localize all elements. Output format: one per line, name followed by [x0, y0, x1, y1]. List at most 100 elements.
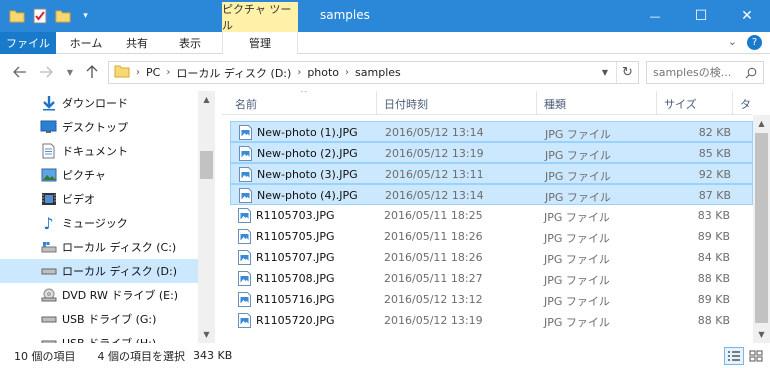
- back-button[interactable]: [12, 64, 28, 80]
- window-title: samples: [320, 8, 370, 22]
- scrollbar-thumb[interactable]: [200, 151, 213, 179]
- column-divider[interactable]: [732, 91, 733, 115]
- folder-icon: [8, 7, 25, 24]
- breadcrumb-photo[interactable]: photo: [301, 66, 345, 79]
- column-divider[interactable]: [656, 91, 657, 115]
- scroll-down-arrow-icon[interactable]: ▼: [198, 326, 215, 343]
- up-arrow-icon: [86, 65, 98, 78]
- file-row[interactable]: New-photo (3).JPG 2016/05/12 13:11 JPG ファイ…: [230, 163, 753, 184]
- file-type: JPG ファイル: [544, 232, 610, 245]
- nav-pane-scrollbar[interactable]: ▲ ▼: [198, 91, 215, 343]
- new-folder-icon[interactable]: [54, 7, 71, 24]
- details-view-button[interactable]: [724, 347, 744, 365]
- file-row[interactable]: R1105703.JPG 2016/05/11 18:25 JPG ファイル 83 K…: [230, 205, 753, 226]
- file-type: JPG ファイル: [544, 211, 610, 224]
- scroll-up-arrow-icon[interactable]: ▲: [198, 91, 215, 108]
- file-row[interactable]: R1105720.JPG 2016/05/12 13:19 JPG ファイル 88 K…: [230, 310, 753, 331]
- scroll-down-arrow-icon[interactable]: ▼: [753, 326, 770, 343]
- nav-item-pictures[interactable]: ピクチャ: [0, 163, 198, 187]
- search-box[interactable]: [646, 61, 764, 84]
- column-header-tags[interactable]: タ: [740, 96, 751, 112]
- file-list-scrollbar[interactable]: ▲ ▼: [753, 115, 770, 343]
- maximize-button[interactable]: ☐: [678, 0, 724, 32]
- refresh-button[interactable]: ↻: [616, 62, 638, 83]
- column-divider[interactable]: [536, 91, 537, 115]
- column-header-type[interactable]: 種類: [544, 96, 566, 112]
- nav-item-local-disk-c[interactable]: ローカル ディスク (C:): [0, 235, 198, 259]
- scroll-up-arrow-icon[interactable]: ▲: [753, 115, 770, 132]
- breadcrumb-local-disk-d[interactable]: ローカル ディスク (D:): [170, 65, 297, 81]
- column-header-row: ^ 名前 日付時刻 種類 サイズ タ: [222, 91, 752, 115]
- nav-item-dvd-drive-e[interactable]: DVD RW ドライブ (E:): [0, 283, 198, 307]
- breadcrumb-samples[interactable]: samples: [349, 66, 407, 79]
- expand-ribbon-icon[interactable]: ⌄: [728, 35, 737, 50]
- up-button[interactable]: [84, 64, 100, 80]
- file-row[interactable]: New-photo (4).JPG 2016/05/12 13:14 JPG ファイ…: [230, 184, 753, 205]
- customize-toolbar-icon[interactable]: ▾: [77, 7, 94, 24]
- jpg-file-icon: [238, 229, 251, 244]
- file-size: 89 KB: [697, 293, 730, 306]
- breadcrumb-pc[interactable]: PC: [140, 66, 166, 79]
- file-size: 82 KB: [698, 126, 731, 139]
- tab-file[interactable]: ファイル: [0, 32, 56, 54]
- column-header-size[interactable]: サイズ: [664, 96, 697, 112]
- properties-icon[interactable]: [31, 7, 48, 24]
- folder-icon: [114, 64, 130, 81]
- column-header-date[interactable]: 日付時刻: [384, 96, 428, 112]
- sort-ascending-icon: ^: [300, 91, 308, 99]
- recent-locations-button[interactable]: ▼: [62, 64, 78, 80]
- file-date: 2016/05/12 13:19: [385, 147, 484, 160]
- nav-item-videos[interactable]: ビデオ: [0, 187, 198, 211]
- file-size: 89 KB: [697, 230, 730, 243]
- file-name: R1105716.JPG: [256, 293, 335, 306]
- help-icon[interactable]: ?: [747, 35, 762, 50]
- file-row[interactable]: R1105705.JPG 2016/05/11 18:26 JPG ファイル 89 K…: [230, 226, 753, 247]
- file-name: R1105703.JPG: [256, 209, 335, 222]
- nav-item-downloads[interactable]: ダウンロード: [0, 91, 198, 115]
- file-row[interactable]: R1105707.JPG 2016/05/11 18:26 JPG ファイル 84 K…: [230, 247, 753, 268]
- file-row[interactable]: New-photo (1).JPG 2016/05/12 13:14 JPG ファイ…: [230, 121, 753, 142]
- selection-count: 4 個の項目を選択: [97, 349, 186, 363]
- file-size: 87 KB: [698, 189, 731, 202]
- nav-item-documents[interactable]: ドキュメント: [0, 139, 198, 163]
- file-size: 84 KB: [697, 251, 730, 264]
- selection-size: 343 KB: [193, 349, 233, 362]
- search-input[interactable]: [653, 66, 741, 79]
- tab-manage[interactable]: 管理: [222, 32, 298, 54]
- address-history-dropdown[interactable]: ▼: [602, 68, 608, 77]
- file-name: New-photo (2).JPG: [257, 147, 358, 160]
- nav-item-desktop[interactable]: デスクトップ: [0, 115, 198, 139]
- jpg-file-icon: [238, 208, 251, 223]
- forward-button[interactable]: [38, 64, 54, 80]
- desktop-icon: [40, 119, 57, 136]
- file-size: 88 KB: [697, 272, 730, 285]
- close-icon: ✕: [741, 8, 753, 24]
- nav-item-local-disk-d[interactable]: ローカル ディスク (D:): [0, 259, 198, 283]
- forward-arrow-icon: [40, 66, 53, 78]
- minimize-button[interactable]: —: [632, 0, 678, 32]
- scrollbar-thumb[interactable]: [755, 133, 768, 323]
- file-row[interactable]: R1105716.JPG 2016/05/12 13:12 JPG ファイル 89 K…: [230, 289, 753, 310]
- nav-item-usb-drive-h[interactable]: USB ドライブ (H:): [0, 331, 198, 343]
- nav-item-usb-drive-g[interactable]: USB ドライブ (G:): [0, 307, 198, 331]
- file-date: 2016/05/11 18:25: [384, 209, 483, 222]
- back-arrow-icon: [13, 66, 26, 78]
- column-header-name[interactable]: 名前: [235, 96, 257, 112]
- column-divider[interactable]: [376, 91, 377, 115]
- large-icons-view-button[interactable]: [746, 347, 766, 365]
- file-size: 85 KB: [698, 147, 731, 160]
- file-name: R1105705.JPG: [256, 230, 335, 243]
- file-row[interactable]: R1105708.JPG 2016/05/11 18:27 JPG ファイル 88 K…: [230, 268, 753, 289]
- tab-home[interactable]: ホーム: [60, 32, 112, 54]
- jpg-file-icon: [239, 167, 252, 182]
- navigation-pane: ダウンロード デスクトップ ドキュメント ピクチャ ビデオ ♪ ミュージック ロ…: [0, 91, 215, 343]
- file-type: JPG ファイル: [544, 316, 610, 329]
- nav-item-music[interactable]: ♪ ミュージック: [0, 211, 198, 235]
- tab-share[interactable]: 共有: [114, 32, 160, 54]
- tab-view[interactable]: 表示: [164, 32, 216, 54]
- file-row[interactable]: New-photo (2).JPG 2016/05/12 13:19 JPG ファイ…: [230, 142, 753, 163]
- file-name: New-photo (1).JPG: [257, 126, 358, 139]
- usb-drive-icon: [40, 311, 57, 328]
- address-bar[interactable]: › PC › ローカル ディスク (D:) › photo › samples …: [108, 61, 639, 84]
- close-button[interactable]: ✕: [724, 0, 770, 32]
